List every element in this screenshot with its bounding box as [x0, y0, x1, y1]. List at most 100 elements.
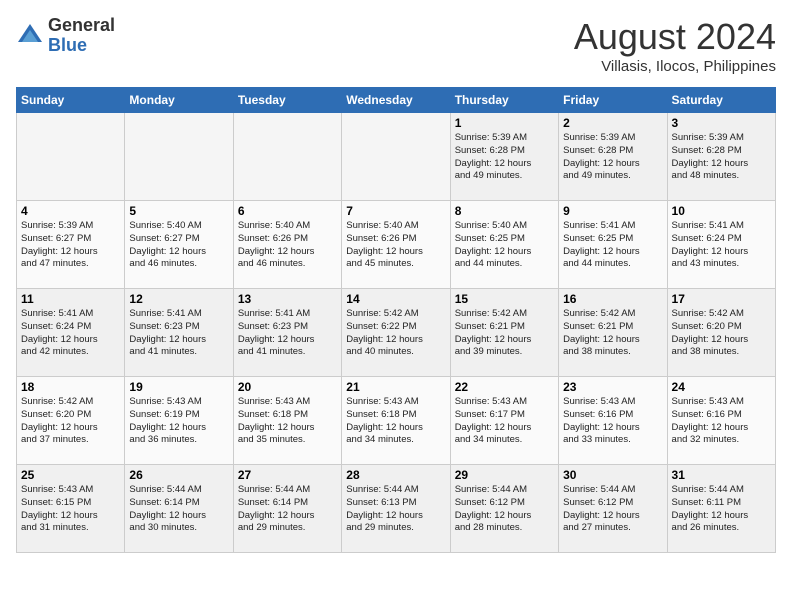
calendar-cell: 23 Sunrise: 5:43 AMSunset: 6:16 PMDayligh… — [559, 377, 667, 465]
calendar-cell: 8 Sunrise: 5:40 AMSunset: 6:25 PMDaylight… — [450, 201, 558, 289]
day-info: Sunrise: 5:42 AMSunset: 6:20 PMDaylight:… — [21, 396, 120, 447]
header-day-sunday: Sunday — [17, 88, 125, 113]
day-number: 8 — [455, 204, 554, 218]
day-info: Sunrise: 5:40 AMSunset: 6:26 PMDaylight:… — [346, 220, 445, 271]
calendar-cell: 4 Sunrise: 5:39 AMSunset: 6:27 PMDaylight… — [17, 201, 125, 289]
header-day-friday: Friday — [559, 88, 667, 113]
calendar-cell: 5 Sunrise: 5:40 AMSunset: 6:27 PMDaylight… — [125, 201, 233, 289]
calendar-week-4: 18 Sunrise: 5:42 AMSunset: 6:20 PMDayligh… — [17, 377, 776, 465]
day-number: 23 — [563, 380, 662, 394]
day-info: Sunrise: 5:43 AMSunset: 6:18 PMDaylight:… — [238, 396, 337, 447]
calendar-cell: 6 Sunrise: 5:40 AMSunset: 6:26 PMDaylight… — [233, 201, 341, 289]
day-number: 10 — [672, 204, 771, 218]
day-info: Sunrise: 5:40 AMSunset: 6:27 PMDaylight:… — [129, 220, 228, 271]
calendar-cell — [125, 113, 233, 201]
day-number: 17 — [672, 292, 771, 306]
calendar-cell: 20 Sunrise: 5:43 AMSunset: 6:18 PMDayligh… — [233, 377, 341, 465]
page-header: General Blue August 2024 Villasis, Iloco… — [16, 16, 776, 75]
calendar-cell — [233, 113, 341, 201]
calendar-body: 1 Sunrise: 5:39 AMSunset: 6:28 PMDaylight… — [17, 113, 776, 553]
logo-general-text: General — [48, 15, 115, 35]
day-number: 5 — [129, 204, 228, 218]
day-info: Sunrise: 5:43 AMSunset: 6:19 PMDaylight:… — [129, 396, 228, 447]
calendar-week-3: 11 Sunrise: 5:41 AMSunset: 6:24 PMDayligh… — [17, 289, 776, 377]
calendar-cell: 26 Sunrise: 5:44 AMSunset: 6:14 PMDayligh… — [125, 465, 233, 553]
day-info: Sunrise: 5:42 AMSunset: 6:20 PMDaylight:… — [672, 308, 771, 359]
day-number: 15 — [455, 292, 554, 306]
day-number: 21 — [346, 380, 445, 394]
calendar-week-5: 25Sunrise: 5:43 AMSunset: 6:15 PMDayligh… — [17, 465, 776, 553]
calendar-week-2: 4 Sunrise: 5:39 AMSunset: 6:27 PMDaylight… — [17, 201, 776, 289]
day-info: Sunrise: 5:41 AMSunset: 6:23 PMDaylight:… — [238, 308, 337, 359]
calendar-cell: 9Sunrise: 5:41 AMSunset: 6:25 PMDaylight… — [559, 201, 667, 289]
day-info: Sunrise: 5:43 AMSunset: 6:16 PMDaylight:… — [563, 396, 662, 447]
day-info: Sunrise: 5:41 AMSunset: 6:24 PMDaylight:… — [672, 220, 771, 271]
calendar-cell: 10 Sunrise: 5:41 AMSunset: 6:24 PMDayligh… — [667, 201, 775, 289]
calendar-cell — [342, 113, 450, 201]
calendar-cell: 28Sunrise: 5:44 AMSunset: 6:13 PMDayligh… — [342, 465, 450, 553]
day-info: Sunrise: 5:42 AMSunset: 6:21 PMDaylight:… — [563, 308, 662, 359]
day-number: 12 — [129, 292, 228, 306]
calendar-cell: 3 Sunrise: 5:39 AMSunset: 6:28 PMDaylight… — [667, 113, 775, 201]
day-number: 7 — [346, 204, 445, 218]
calendar-cell: 31Sunrise: 5:44 AMSunset: 6:11 PMDayligh… — [667, 465, 775, 553]
day-number: 1 — [455, 116, 554, 130]
day-info: Sunrise: 5:39 AMSunset: 6:28 PMDaylight:… — [563, 132, 662, 183]
day-info: Sunrise: 5:40 AMSunset: 6:25 PMDaylight:… — [455, 220, 554, 271]
day-number: 20 — [238, 380, 337, 394]
day-info: Sunrise: 5:41 AMSunset: 6:24 PMDaylight:… — [21, 308, 120, 359]
header-day-saturday: Saturday — [667, 88, 775, 113]
day-info: Sunrise: 5:43 AMSunset: 6:16 PMDaylight:… — [672, 396, 771, 447]
calendar-cell: 18 Sunrise: 5:42 AMSunset: 6:20 PMDayligh… — [17, 377, 125, 465]
logo: General Blue — [16, 16, 115, 56]
calendar-week-1: 1 Sunrise: 5:39 AMSunset: 6:28 PMDaylight… — [17, 113, 776, 201]
day-info: Sunrise: 5:40 AMSunset: 6:26 PMDaylight:… — [238, 220, 337, 271]
day-number: 6 — [238, 204, 337, 218]
day-info: Sunrise: 5:39 AMSunset: 6:28 PMDaylight:… — [672, 132, 771, 183]
day-number: 4 — [21, 204, 120, 218]
calendar-cell: 22 Sunrise: 5:43 AMSunset: 6:17 PMDayligh… — [450, 377, 558, 465]
calendar-cell: 13Sunrise: 5:41 AMSunset: 6:23 PMDayligh… — [233, 289, 341, 377]
day-info: Sunrise: 5:43 AMSunset: 6:17 PMDaylight:… — [455, 396, 554, 447]
day-number: 28 — [346, 468, 445, 482]
header-row: SundayMondayTuesdayWednesdayThursdayFrid… — [17, 88, 776, 113]
day-number: 3 — [672, 116, 771, 130]
header-day-tuesday: Tuesday — [233, 88, 341, 113]
day-number: 26 — [129, 468, 228, 482]
day-info: Sunrise: 5:43 AMSunset: 6:18 PMDaylight:… — [346, 396, 445, 447]
header-day-thursday: Thursday — [450, 88, 558, 113]
calendar-cell: 30Sunrise: 5:44 AMSunset: 6:12 PMDayligh… — [559, 465, 667, 553]
day-info: Sunrise: 5:39 AMSunset: 6:28 PMDaylight:… — [455, 132, 554, 183]
calendar-cell: 14 Sunrise: 5:42 AMSunset: 6:22 PMDayligh… — [342, 289, 450, 377]
calendar-cell: 24 Sunrise: 5:43 AMSunset: 6:16 PMDayligh… — [667, 377, 775, 465]
day-number: 19 — [129, 380, 228, 394]
calendar-cell: 2Sunrise: 5:39 AMSunset: 6:28 PMDaylight… — [559, 113, 667, 201]
day-number: 24 — [672, 380, 771, 394]
day-number: 9 — [563, 204, 662, 218]
day-number: 30 — [563, 468, 662, 482]
day-number: 11 — [21, 292, 120, 306]
day-info: Sunrise: 5:39 AMSunset: 6:27 PMDaylight:… — [21, 220, 120, 271]
day-info: Sunrise: 5:42 AMSunset: 6:22 PMDaylight:… — [346, 308, 445, 359]
day-number: 18 — [21, 380, 120, 394]
day-info: Sunrise: 5:44 AMSunset: 6:14 PMDaylight:… — [238, 484, 337, 535]
day-info: Sunrise: 5:42 AMSunset: 6:21 PMDaylight:… — [455, 308, 554, 359]
calendar-header: SundayMondayTuesdayWednesdayThursdayFrid… — [17, 88, 776, 113]
logo-blue-text: Blue — [48, 35, 87, 55]
calendar-cell: 27Sunrise: 5:44 AMSunset: 6:14 PMDayligh… — [233, 465, 341, 553]
header-day-monday: Monday — [125, 88, 233, 113]
calendar-cell: 19 Sunrise: 5:43 AMSunset: 6:19 PMDayligh… — [125, 377, 233, 465]
calendar-cell: 29Sunrise: 5:44 AMSunset: 6:12 PMDayligh… — [450, 465, 558, 553]
day-info: Sunrise: 5:44 AMSunset: 6:14 PMDaylight:… — [129, 484, 228, 535]
location-subtitle: Villasis, Ilocos, Philippines — [574, 58, 776, 75]
day-number: 22 — [455, 380, 554, 394]
day-number: 14 — [346, 292, 445, 306]
day-info: Sunrise: 5:43 AMSunset: 6:15 PMDaylight:… — [21, 484, 120, 535]
calendar-cell: 17 Sunrise: 5:42 AMSunset: 6:20 PMDayligh… — [667, 289, 775, 377]
calendar-cell: 21 Sunrise: 5:43 AMSunset: 6:18 PMDayligh… — [342, 377, 450, 465]
calendar-cell: 7 Sunrise: 5:40 AMSunset: 6:26 PMDaylight… — [342, 201, 450, 289]
day-info: Sunrise: 5:44 AMSunset: 6:12 PMDaylight:… — [455, 484, 554, 535]
day-info: Sunrise: 5:44 AMSunset: 6:11 PMDaylight:… — [672, 484, 771, 535]
logo-icon — [16, 22, 44, 50]
day-number: 16 — [563, 292, 662, 306]
